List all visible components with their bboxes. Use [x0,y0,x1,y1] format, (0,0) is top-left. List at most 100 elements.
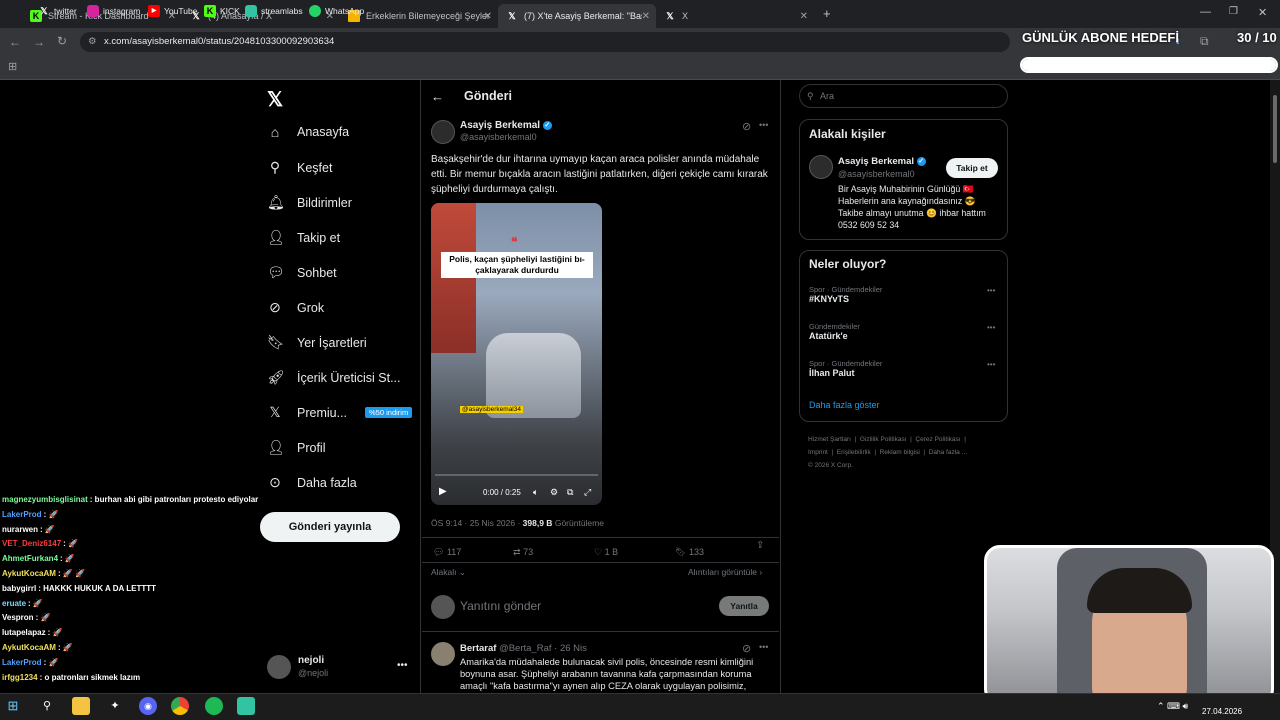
nav-grok[interactable]: ⊘ Grok [267,299,324,316]
windows-start-icon[interactable]: ⊞ [4,697,22,715]
x-logo-icon[interactable]: 𝕏 [267,87,283,112]
close-tab-icon[interactable]: ✕ [800,11,808,22]
trend-item[interactable]: Spor · Gündemdekiler İlhan Palut [809,359,882,378]
back-arrow-icon[interactable]: ← [431,89,444,104]
follow-button[interactable]: Takip et [946,158,998,178]
minimize-icon[interactable]: — [1200,6,1211,18]
nav-creator-studio[interactable]: 🚀︎ İçerik Üreticisi St... [267,369,401,386]
video-scrubber[interactable] [435,474,598,476]
reply-more-icon[interactable]: ••• [759,642,768,652]
play-icon[interactable]: ▶ [439,486,447,497]
repost-icon: ⇄ [513,547,521,557]
chat-username[interactable]: LakerProd [2,658,42,667]
trend-item[interactable]: Spor · Gündemdekiler #KNYvTS [809,285,882,304]
nav-follow[interactable]: 👤︎ Takip et [267,229,340,246]
share-icon[interactable]: ⇪ [756,540,764,551]
streamlabs-icon[interactable] [237,697,255,715]
show-more-link[interactable]: Daha fazla göster [809,400,880,410]
bookmark-kick[interactable]: K KICK [204,5,240,17]
video-truck-shape [431,203,476,353]
new-tab-icon[interactable]: + [823,6,831,21]
chat-username[interactable]: VET_Deniz6147 [2,539,61,548]
pip-icon[interactable]: ⧉ [567,487,573,498]
trend-more-icon[interactable]: ••• [987,286,995,295]
grok-explain-icon[interactable]: ⊘ [742,120,751,133]
chat-username[interactable]: AykutKocaAM [2,569,56,578]
fullscreen-icon[interactable]: ⤢ [584,487,591,498]
nav-notifications[interactable]: 🔔︎ Bildirimler [267,194,352,211]
search-input[interactable]: ⚲ Ara [799,84,1008,108]
scrollbar-thumb[interactable] [1273,95,1277,163]
close-tab-icon[interactable]: ✕ [484,11,492,22]
nav-chat[interactable]: 💬︎ Sohbet [267,264,337,281]
author-avatar[interactable] [431,120,455,144]
bookmark-action[interactable]: 🔖︎ 133 [675,547,704,558]
post-more-icon[interactable]: ••• [759,120,768,130]
reply-avatar[interactable] [431,642,455,666]
windows-taskbar [0,693,1280,720]
close-tab-icon[interactable]: ✕ [642,11,650,22]
back-icon[interactable]: ← [9,35,21,49]
related-avatar[interactable] [809,155,833,179]
chat-username[interactable]: AykutKocaAM [2,643,56,652]
bookmark-youtube[interactable]: ▶ YouTube [148,5,197,17]
reply-button[interactable]: Yanıtla [719,596,769,616]
file-explorer-icon[interactable] [72,697,90,715]
chat-username[interactable]: LakerProd [2,510,42,519]
tab-x[interactable]: 𝕏 X ✕ [656,4,814,28]
chat-username[interactable]: irfgg1234 [2,673,38,682]
trend-more-icon[interactable]: ••• [987,360,995,369]
chrome-icon[interactable] [171,697,189,715]
reply-action[interactable]: 💬︎ 117 [433,547,461,558]
bookmark-whatsapp[interactable]: WhatsApp [309,5,364,17]
chat-username[interactable]: lutapelapaz [2,628,46,637]
discord-icon[interactable]: ◉ [139,697,157,715]
nav-bookmarks[interactable]: 🔖︎ Yer İşaretleri [267,334,367,351]
search-icon[interactable]: ⚲ [38,697,56,715]
chat-username[interactable]: nurarwen [2,525,38,534]
chat-text: : 🚀 [47,628,63,638]
forward-icon[interactable]: → [33,35,45,49]
tab-asayis-berkemal[interactable]: 𝕏 (7) X'te Asayiş Berkemal: "Başak ✕ [498,4,656,28]
trend-item[interactable]: Gündemdekiler Atatürk'e [809,322,860,341]
apps-grid-icon[interactable]: ⊞ [8,60,17,73]
view-quotes-link[interactable]: Alıntıları görüntüle › [688,567,762,577]
extensions-puzzle-icon[interactable]: ⧉ [1200,34,1209,49]
trend-more-icon[interactable]: ••• [987,323,995,332]
chat-username[interactable]: AhmetFurkan4 [2,554,58,563]
nav-profile[interactable]: 👤︎ Profil [267,439,325,456]
like-action[interactable]: ♡ 1 B [594,547,618,558]
related-name[interactable]: Asayiş Berkemal ✓ [838,156,926,167]
spotify-icon[interactable] [205,697,223,715]
sort-relevant-dropdown[interactable]: Alakalı ⌄ [431,567,466,578]
close-window-icon[interactable]: ✕ [1258,6,1267,19]
bookmark-instagram[interactable]: instagram [87,5,140,17]
post-button[interactable]: Gönderi yayınla [260,512,400,542]
restore-icon[interactable]: ❐ [1229,6,1238,17]
nav-explore[interactable]: ⚲ Keşfet [267,159,333,176]
app-icon[interactable]: ✦ [106,697,124,715]
chat-username[interactable]: eruate [2,599,26,608]
author-name-row[interactable]: Asayiş Berkemal ✓ [460,120,552,131]
tray-icons[interactable]: ⌃ ⌨ 🔊︎ [1157,701,1188,712]
site-info-icon[interactable]: ⚙ [88,32,97,52]
account-avatar[interactable] [267,655,291,679]
chat-username[interactable]: magnezyumbisglisinat [2,495,88,504]
url-field[interactable]: ⚙ x.com/asayisberkemal0/status/204810330… [80,32,1010,52]
chat-username[interactable]: babygirrl [2,584,36,593]
bookmark-twitter[interactable]: 𝕏twitter [38,5,76,17]
settings-gear-icon[interactable]: ⚙ [550,487,558,498]
account-more-icon[interactable]: ••• [397,660,408,671]
nav-more[interactable]: ⊙ Daha fazla [267,474,357,491]
nav-premium[interactable]: 𝕏 Premiu... %50 indirim [267,404,413,421]
grok-explain-icon[interactable]: ⊘ [742,642,751,655]
reply-input[interactable]: Yanıtını gönder [460,599,541,613]
x-favicon-icon: 𝕏 [666,11,674,21]
reload-icon[interactable]: ↻ [57,34,67,48]
chat-username[interactable]: Vespron [2,613,34,622]
repost-action[interactable]: ⇄ 73 [513,547,533,558]
nav-home[interactable]: ⌂ Anasayfa [267,124,349,140]
bookmark-streamlabs[interactable]: streamlabs [245,5,303,17]
video-player[interactable]: ❝ Polis, kaçan şüpheliyi lastiğini bı-ça… [431,203,602,505]
volume-icon[interactable]: 🔈︎ [533,487,538,498]
